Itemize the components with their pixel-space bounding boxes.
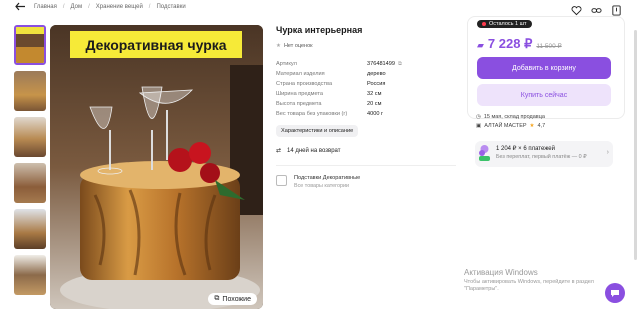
spec-value: 4000 г (367, 111, 384, 117)
spec-value: дерево (367, 71, 386, 77)
top-bar: Главная / Дом / Хранение вещей / Подставки (0, 0, 640, 16)
chat-icon (611, 290, 619, 297)
rating-text: Нет оценок (283, 43, 313, 49)
share-link-icon[interactable] (591, 3, 602, 14)
spec-row: Ширина предмета 32 см (276, 89, 456, 99)
copy-icon[interactable]: ⧉ (398, 59, 402, 69)
watermark-title: Активация Windows (464, 268, 538, 277)
add-to-cart-button[interactable]: Добавить в корзину (477, 57, 611, 79)
search-image-icon: ⧉ (214, 295, 220, 302)
stock-badge: Осталось 1 шт (477, 20, 532, 28)
thumbnail[interactable] (14, 117, 46, 157)
back-arrow-icon[interactable] (15, 2, 26, 14)
spec-row: Материал изделия дерево (276, 69, 456, 79)
seller-name[interactable]: АЛТАЙ МАСТЕР (484, 122, 526, 131)
delivery-date: 15 мая, склад продавца (483, 114, 545, 120)
similar-label: Похожие (222, 295, 251, 303)
rating[interactable]: ★ Нет оценок (276, 43, 456, 49)
divider (276, 165, 456, 166)
brand-title: Подставки Декоративные (294, 175, 361, 181)
shop-icon: ▣ (476, 123, 482, 129)
thumbnail[interactable] (14, 163, 46, 203)
spec-key: Материал изделия (276, 71, 325, 77)
return-policy[interactable]: ⇄ 14 дней на возврат (276, 147, 456, 155)
windows-activation-watermark: Активация Windows Чтобы активировать Win… (464, 268, 624, 293)
spec-row: Высота предмета 20 см (276, 99, 456, 109)
characteristics-button[interactable]: Характеристики и описание (276, 125, 359, 137)
chat-button[interactable] (605, 283, 625, 303)
watermark-subtitle: Чтобы активировать Windows, перейдите в … (464, 279, 594, 292)
thumbnail[interactable] (14, 255, 46, 295)
brand-logo-icon (276, 175, 287, 186)
return-text: 14 дней на возврат (287, 147, 341, 154)
old-price: 11 500 ₽ (536, 43, 562, 50)
current-price: 7 228 ₽ (487, 36, 533, 51)
similar-button[interactable]: ⧉ Похожие (208, 293, 257, 305)
breadcrumb-item[interactable]: Дом (71, 4, 83, 10)
breadcrumb-item[interactable]: Главная (34, 4, 57, 10)
alert-dot-icon (482, 22, 486, 26)
thumbnail[interactable] (14, 25, 46, 65)
spec-key: Артикул (276, 61, 297, 67)
breadcrumb-item[interactable]: Подставки (156, 4, 185, 10)
installment-icon (479, 145, 490, 161)
spec-row: Артикул 376481499 ⧉ (276, 59, 456, 69)
thumbnail[interactable] (14, 71, 46, 111)
product-photo (50, 25, 263, 309)
product-main-image[interactable]: Декоративная чурка ⧉ Похожие (50, 25, 263, 309)
seller-rating: 4,7 (537, 123, 546, 129)
spec-list: Артикул 376481499 ⧉ Материал изделия дерево… (276, 59, 456, 119)
installment-offer[interactable]: 1 204 ₽ × 6 платежей Без переплат, первы… (475, 141, 613, 167)
spec-value: 20 см (367, 101, 382, 107)
spec-key: Страна производства (276, 81, 333, 87)
brand-block[interactable]: Подставки Декоративные Все товары катего… (276, 175, 456, 189)
spec-value: 376481499 (367, 61, 395, 67)
chevron-right-icon: › (606, 149, 609, 156)
star-icon: ★ (529, 123, 535, 129)
spec-key: Высота предмета (276, 101, 322, 107)
product-info: Чурка интерьерная ★ Нет оценок Артикул 37… (276, 25, 456, 189)
brand-subtitle: Все товары категории (294, 183, 349, 189)
installment-note: Без переплат, первый платёж — 0 ₽ (496, 154, 587, 160)
price: ▰ 7 228 ₽ 11 500 ₽ (477, 36, 562, 52)
breadcrumb: Главная / Дом / Хранение вещей / Подставки (34, 4, 186, 10)
stock-text: Осталось 1 шт (489, 21, 527, 27)
bookmark-icon[interactable] (611, 3, 622, 16)
spec-key: Вес товара без упаковки (г) (276, 111, 348, 117)
buy-box: Осталось 1 шт ▰ 7 228 ₽ 11 500 ₽ Добавит… (467, 16, 625, 119)
delivery-info: ◷ 15 мая, склад продавца ▣ АЛТАЙ МАСТЕР ★ 4,… (476, 113, 545, 131)
spec-value: Россия (367, 81, 386, 87)
wallet-icon: ▰ (477, 40, 484, 50)
clock-icon: ◷ (476, 114, 481, 120)
thumbnail[interactable] (14, 209, 46, 249)
buy-now-button[interactable]: Купить сейчас (477, 84, 611, 106)
image-banner: Декоративная чурка (70, 31, 242, 58)
breadcrumb-item[interactable]: Хранение вещей (96, 4, 143, 10)
spec-key: Ширина предмета (276, 91, 324, 97)
star-icon: ★ (276, 43, 281, 49)
return-arrows-icon: ⇄ (276, 148, 282, 154)
product-title: Чурка интерьерная (276, 25, 363, 35)
spec-row: Страна производства Россия (276, 79, 456, 89)
installment-amount: 1 204 ₽ × 6 платежей (496, 146, 555, 152)
spec-value: 32 см (367, 91, 382, 97)
heart-icon[interactable] (571, 3, 582, 16)
scrollbar[interactable] (634, 30, 637, 260)
thumbnail-strip (14, 25, 46, 301)
spec-row: Вес товара без упаковки (г) 4000 г (276, 109, 456, 119)
